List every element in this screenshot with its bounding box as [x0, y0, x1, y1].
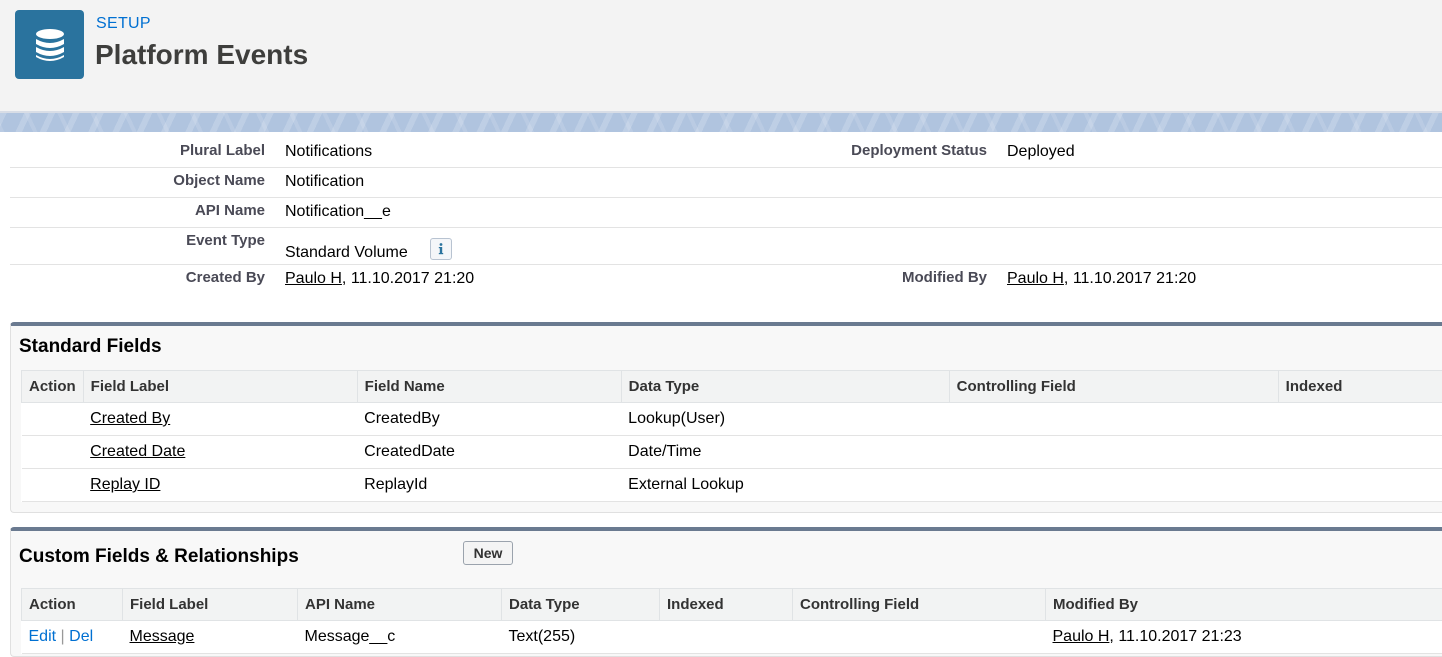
data-type: Lookup(User) — [621, 403, 949, 436]
custom-fields-list: Custom Fields & Relationships New Action… — [10, 527, 1442, 657]
column-header-indexed[interactable]: Indexed — [660, 589, 793, 621]
custom-fields-table: Action Field Label API Name Data Type In… — [21, 588, 1442, 654]
custom-fields-title: Custom Fields & Relationships — [19, 546, 299, 568]
modified-by-label: Modified By — [902, 269, 987, 286]
modified-by-date: , 11.10.2017 21:20 — [1064, 270, 1196, 287]
api-name: Message__c — [298, 621, 502, 654]
field-label-link[interactable]: Replay ID — [90, 476, 160, 493]
column-header-data-type[interactable]: Data Type — [621, 371, 949, 403]
edit-link[interactable]: Edit — [29, 628, 57, 645]
table-row: Created By CreatedBy Lookup(User) — [22, 403, 1442, 436]
detail-row-api-name: API Name Notification__e — [10, 198, 1442, 228]
data-type: External Lookup — [621, 469, 949, 502]
column-header-field-name[interactable]: Field Name — [357, 371, 621, 403]
table-row: Edit | Del Message Message__c Text(255) … — [22, 621, 1442, 654]
standard-fields-list: Standard Fields Action Field Label Field… — [10, 322, 1442, 513]
column-header-field-label[interactable]: Field Label — [83, 371, 357, 403]
deployment-status-label: Deployment Status — [851, 142, 987, 159]
column-header-controlling-field[interactable]: Controlling Field — [793, 589, 1046, 621]
field-name: CreatedBy — [357, 403, 621, 436]
detail-section: Plural Label Notifications Deployment St… — [10, 138, 1442, 294]
modified-date: , 11.10.2017 21:23 — [1109, 628, 1241, 645]
column-header-modified-by[interactable]: Modified By — [1046, 589, 1442, 621]
detail-row-event-type: Event Type Standard Volume — [10, 228, 1442, 265]
plural-label-label: Plural Label — [180, 142, 265, 159]
object-name-value: Notification — [285, 173, 364, 191]
plural-label-value: Notifications — [285, 143, 372, 161]
column-header-field-label[interactable]: Field Label — [123, 589, 298, 621]
modified-by-user-link[interactable]: Paulo H — [1053, 628, 1110, 645]
column-header-action: Action — [22, 371, 84, 403]
object-name-label: Object Name — [173, 172, 265, 189]
column-header-data-type[interactable]: Data Type — [502, 589, 660, 621]
detail-row-object-name: Object Name Notification — [10, 168, 1442, 198]
column-header-controlling-field[interactable]: Controlling Field — [949, 371, 1278, 403]
data-type: Text(255) — [502, 621, 660, 654]
modified-by-user-link[interactable]: Paulo H — [1007, 270, 1064, 287]
new-button[interactable]: New — [463, 541, 513, 565]
table-row: Created Date CreatedDate Date/Time — [22, 436, 1442, 469]
field-label-link[interactable]: Message — [130, 628, 195, 645]
table-header-row: Action Field Label API Name Data Type In… — [22, 589, 1442, 621]
created-by-date: , 11.10.2017 21:20 — [342, 270, 474, 287]
field-name: ReplayId — [357, 469, 621, 502]
setup-breadcrumb[interactable]: SETUP — [96, 15, 151, 33]
api-name-value: Notification__e — [285, 203, 391, 221]
detail-row-created-by: Created By Paulo H, 11.10.2017 21:20 Mod… — [10, 265, 1442, 294]
column-header-api-name[interactable]: API Name — [298, 589, 502, 621]
field-name: CreatedDate — [357, 436, 621, 469]
field-label-link[interactable]: Created Date — [90, 443, 185, 460]
detail-row-plural-label: Plural Label Notifications Deployment St… — [10, 138, 1442, 168]
action-separator: | — [61, 628, 65, 645]
created-by-label: Created By — [186, 269, 265, 286]
table-row: Replay ID ReplayId External Lookup — [22, 469, 1442, 502]
delete-link[interactable]: Del — [69, 628, 93, 645]
event-type-label: Event Type — [186, 232, 265, 249]
field-label-link[interactable]: Created By — [90, 410, 170, 427]
deployment-status-value: Deployed — [1007, 143, 1075, 161]
standard-fields-table: Action Field Label Field Name Data Type … — [21, 370, 1442, 502]
database-icon — [15, 10, 84, 79]
decorative-band — [0, 113, 1442, 132]
column-header-indexed[interactable]: Indexed — [1278, 371, 1442, 403]
created-by-user-link[interactable]: Paulo H — [285, 270, 342, 287]
page-title: Platform Events — [95, 39, 308, 71]
standard-fields-title: Standard Fields — [19, 336, 162, 358]
event-type-value: Standard Volume — [285, 244, 408, 261]
column-header-action: Action — [22, 589, 123, 621]
data-type: Date/Time — [621, 436, 949, 469]
page-header: SETUP Platform Events — [0, 0, 1442, 113]
table-header-row: Action Field Label Field Name Data Type … — [22, 371, 1442, 403]
api-name-label: API Name — [195, 202, 265, 219]
info-icon[interactable] — [430, 238, 452, 260]
